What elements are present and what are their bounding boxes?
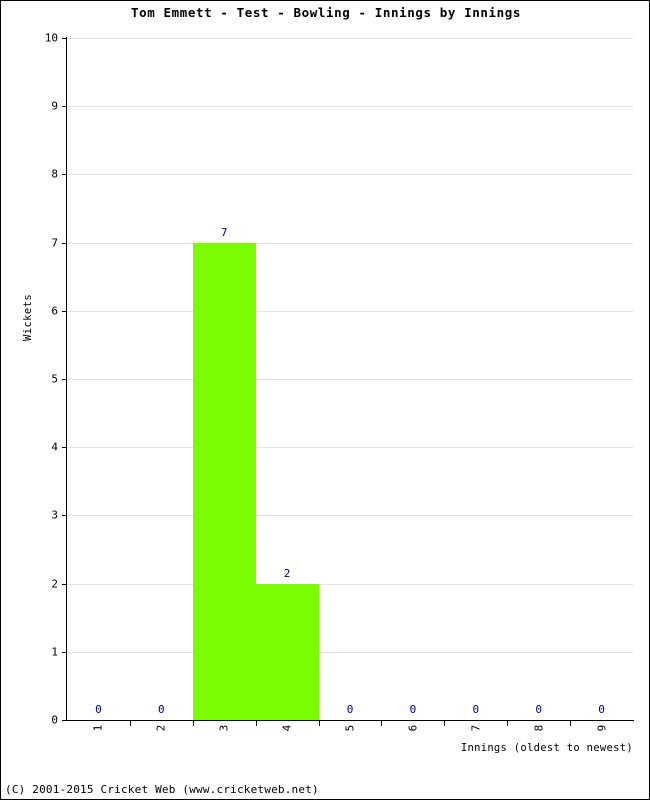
y-tick-label: 9 <box>51 99 58 113</box>
bar-value-label: 0 <box>346 703 354 716</box>
y-tick-mark <box>62 174 67 176</box>
bar-value-label: 7 <box>220 225 228 239</box>
y-tick-label: 7 <box>51 236 58 250</box>
gridline <box>67 174 633 176</box>
bar-value-label: 0 <box>409 703 417 716</box>
y-tick-mark <box>62 242 67 244</box>
x-tick-mark <box>129 721 131 726</box>
y-tick-label: 1 <box>51 645 58 659</box>
y-tick-label: 5 <box>51 372 58 386</box>
bar-value-label: 2 <box>283 566 291 580</box>
bar-value-label: 0 <box>598 703 605 716</box>
y-tick-mark <box>62 310 67 312</box>
bar-value-label: 0 <box>472 703 480 716</box>
y-tick-mark <box>62 651 67 653</box>
bar-value-label: 0 <box>95 703 102 716</box>
gridline <box>67 651 633 653</box>
x-tick-mark <box>318 721 320 726</box>
y-tick-mark <box>62 583 67 585</box>
bar-value-label: 0 <box>535 703 542 716</box>
y-tick-mark <box>62 38 67 39</box>
chart-page: Tom Emmett - Test - Bowling - Innings by… <box>0 0 650 800</box>
x-tick-mark <box>192 721 194 726</box>
y-tick-mark <box>62 515 67 517</box>
y-tick-label: 4 <box>51 440 58 454</box>
bar-value-label: 0 <box>158 703 165 716</box>
y-tick-mark <box>62 379 67 380</box>
y-tick-label: 10 <box>44 31 58 45</box>
plot-area: 0 1 2 3 4 5 6 7 8 9 10 0 0 7 2 0 0 0 0 0 <box>45 33 633 726</box>
y-tick-label: 8 <box>51 167 58 181</box>
x-tick-mark <box>444 721 446 726</box>
x-axis-label: Innings (oldest to newest) <box>460 742 633 754</box>
y-tick-label: 0 <box>51 713 58 727</box>
gridline <box>67 379 633 380</box>
copyright-notice: (C) 2001-2015 Cricket Web (www.cricketwe… <box>5 783 319 796</box>
x-tick-mark <box>570 721 572 726</box>
page-title: Tom Emmett - Test - Bowling - Innings by… <box>130 5 522 20</box>
y-tick-label: 3 <box>51 508 58 522</box>
x-tick-mark <box>507 721 509 726</box>
y-tick-mark <box>62 447 67 449</box>
x-tick-mark <box>255 721 257 726</box>
gridline <box>67 515 633 517</box>
y-axis-label: Wickets <box>22 293 34 341</box>
gridline <box>67 583 633 585</box>
bar <box>255 583 319 720</box>
bar <box>192 242 256 720</box>
gridline <box>67 106 633 108</box>
gridline <box>67 38 633 39</box>
gridline <box>67 310 633 312</box>
y-tick-label: 2 <box>51 577 58 591</box>
gridline <box>67 447 633 449</box>
x-tick-mark <box>381 721 383 726</box>
y-tick-label: 6 <box>51 304 58 318</box>
y-tick-mark <box>62 106 67 108</box>
gridline <box>67 242 633 244</box>
